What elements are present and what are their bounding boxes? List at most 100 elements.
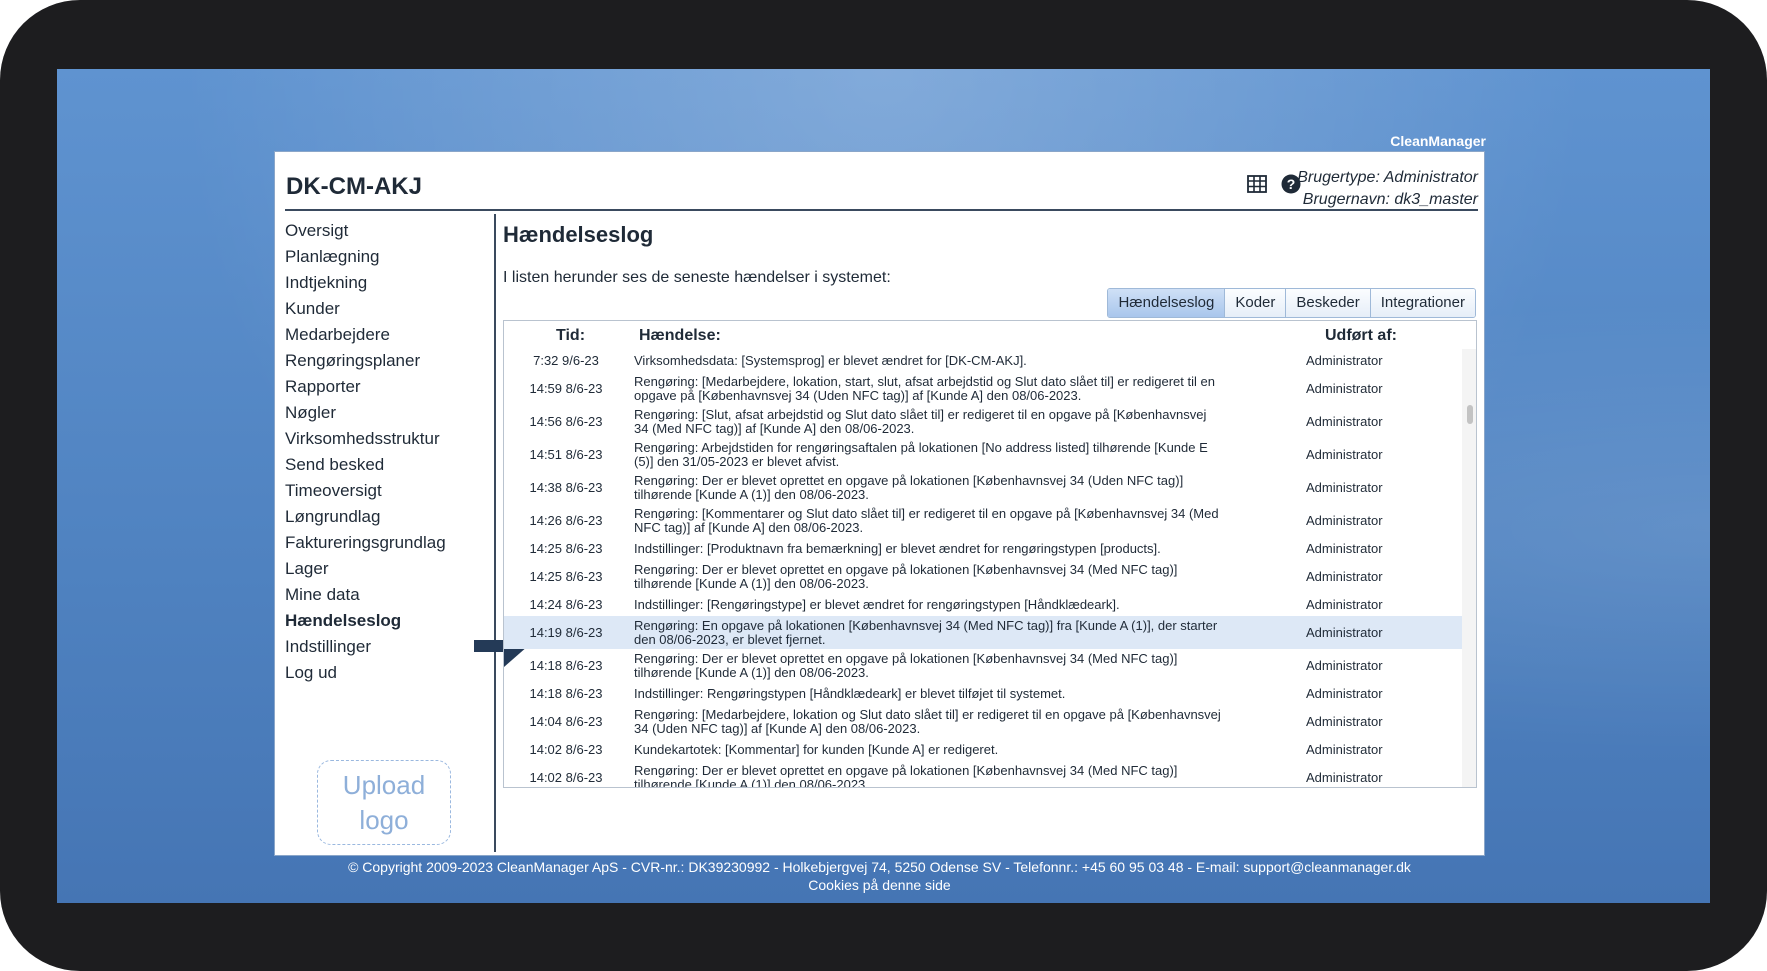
cell-by: Administrator bbox=[1306, 597, 1383, 612]
scrollbar-thumb[interactable] bbox=[1467, 405, 1473, 424]
tab-item[interactable]: Koder bbox=[1224, 289, 1286, 317]
sidebar-item[interactable]: Rengøringsplaner bbox=[285, 348, 485, 374]
sidebar-item[interactable]: Indstillinger bbox=[285, 634, 485, 660]
sidebar-item[interactable]: Lager bbox=[285, 556, 485, 582]
sidebar-item[interactable]: Virksomhedsstruktur bbox=[285, 426, 485, 452]
upload-logo-button[interactable]: Upload logo bbox=[317, 760, 451, 845]
cell-event: Virksomhedsdata: [Systemsprog] er blevet… bbox=[634, 352, 1027, 368]
sidebar-item[interactable]: Mine data bbox=[285, 582, 485, 608]
table-row[interactable]: 14:02 8/6-23 Kundekartotek: [Kommentar] f… bbox=[504, 738, 1462, 761]
table-body: 7:32 9/6-23 Virksomhedsdata: [Systemsprog… bbox=[504, 349, 1462, 788]
column-header-event: Hændelse: bbox=[639, 327, 721, 344]
sidebar-item[interactable]: Send besked bbox=[285, 452, 485, 478]
table-row[interactable]: 14:25 8/6-23 Indstillinger: [Produktnavn … bbox=[504, 537, 1462, 560]
cell-time: 14:24 8/6-23 bbox=[529, 597, 603, 612]
column-header-time: Tid: bbox=[556, 327, 586, 344]
cell-by: Administrator bbox=[1306, 480, 1383, 495]
intro-text: I listen herunder ses de seneste hændels… bbox=[503, 269, 891, 286]
cell-by: Administrator bbox=[1306, 414, 1383, 429]
event-log-table: Tid: Hændelse: Udført af: 7:32 9/6-23 Vir… bbox=[503, 320, 1477, 788]
cell-event: Indstillinger: Rengøringstypen [Håndklæd… bbox=[634, 685, 1066, 701]
cell-event: Rengøring: [Medarbejdere, lokation og Sl… bbox=[634, 706, 1221, 736]
cell-event: Indstillinger: [Rengøringstype] er bleve… bbox=[634, 596, 1120, 612]
sidebar-item[interactable]: Kunder bbox=[285, 296, 485, 322]
cell-time: 14:18 8/6-23 bbox=[529, 658, 603, 673]
cell-by: Administrator bbox=[1306, 658, 1383, 673]
cell-time: 14:38 8/6-23 bbox=[529, 480, 603, 495]
cell-event: Indstillinger: [Produktnavn fra bemærkni… bbox=[634, 540, 1161, 556]
cell-event: Rengøring: Der er blevet oprettet en opg… bbox=[634, 762, 1178, 788]
tab-item[interactable]: Beskeder bbox=[1285, 289, 1370, 317]
user-info: Brugertype: Administrator Brugernavn: dk… bbox=[1297, 167, 1478, 211]
sidebar-item[interactable]: Oversigt bbox=[285, 218, 485, 244]
user-type: Brugertype: Administrator bbox=[1297, 169, 1478, 186]
tab-item[interactable]: Hændelseslog bbox=[1108, 289, 1225, 317]
sidebar-item[interactable]: Nøgler bbox=[285, 400, 485, 426]
sidebar-item[interactable]: Løngrundlag bbox=[285, 504, 485, 530]
cell-event: Kundekartotek: [Kommentar] for kunden [K… bbox=[634, 741, 999, 757]
table-row[interactable]: 14:38 8/6-23 Rengøring: Der er blevet opr… bbox=[504, 471, 1462, 504]
table-row[interactable]: 14:02 8/6-23 Rengøring: Der er blevet opr… bbox=[504, 761, 1462, 788]
sidebar-item[interactable]: Rapporter bbox=[285, 374, 485, 400]
tab-bar: Hændelseslog Koder Beskeder Integrationer bbox=[1107, 288, 1476, 318]
cell-event: Rengøring: Der er blevet oprettet en opg… bbox=[634, 472, 1184, 502]
cell-by: Administrator bbox=[1306, 625, 1383, 640]
app-window: DK-CM-AKJ ? Brugertype: Administrator Br… bbox=[274, 151, 1485, 856]
cell-event: Rengøring: Der er blevet oprettet en opg… bbox=[634, 561, 1178, 591]
tab-item[interactable]: Integrationer bbox=[1369, 289, 1475, 317]
cell-by: Administrator bbox=[1306, 541, 1383, 556]
footer: © Copyright 2009-2023 CleanManager ApS -… bbox=[274, 858, 1485, 894]
cell-by: Administrator bbox=[1306, 353, 1383, 368]
cell-by: Administrator bbox=[1306, 770, 1383, 785]
company-title: DK-CM-AKJ bbox=[286, 173, 422, 200]
table-row[interactable]: 7:32 9/6-23 Virksomhedsdata: [Systemsprog… bbox=[504, 349, 1462, 372]
sidebar-item[interactable]: Faktureringsgrundlag bbox=[285, 530, 485, 556]
table-row[interactable]: 14:18 8/6-23 Indstillinger: Rengøringstyp… bbox=[504, 682, 1462, 705]
cell-time: 14:26 8/6-23 bbox=[529, 513, 603, 528]
table-row[interactable]: 14:56 8/6-23 Rengøring: [Slut, afsat arbe… bbox=[504, 405, 1462, 438]
device-frame: CleanManager DK-CM-AKJ ? Brugertype: Adm… bbox=[0, 0, 1767, 971]
table-row[interactable]: 14:19 8/6-23 Rengøring: En opgave på loka… bbox=[504, 616, 1462, 649]
cell-event: Rengøring: En opgave på lokationen [Købe… bbox=[634, 617, 1218, 647]
cell-time: 14:19 8/6-23 bbox=[529, 625, 603, 640]
brand-label: CleanManager bbox=[1390, 133, 1486, 149]
cell-time: 14:02 8/6-23 bbox=[529, 742, 603, 757]
table-row[interactable]: 14:51 8/6-23 Rengøring: Arbejdstiden for … bbox=[504, 438, 1462, 471]
cell-event: Rengøring: Arbejdstiden for rengøringsaf… bbox=[634, 439, 1208, 469]
cell-by: Administrator bbox=[1306, 569, 1383, 584]
table-grid-icon[interactable] bbox=[1245, 172, 1269, 196]
table-row[interactable]: 14:04 8/6-23 Rengøring: [Medarbejdere, lo… bbox=[504, 705, 1462, 738]
cell-event: Rengøring: Der er blevet oprettet en opg… bbox=[634, 650, 1178, 680]
svg-text:?: ? bbox=[1287, 176, 1296, 192]
cell-time: 14:25 8/6-23 bbox=[529, 569, 603, 584]
table-row[interactable]: 14:26 8/6-23 Rengøring: [Kommentarer og S… bbox=[504, 504, 1462, 537]
cell-by: Administrator bbox=[1306, 513, 1383, 528]
sidebar-item[interactable]: Planlægning bbox=[285, 244, 485, 270]
table-row[interactable]: 14:24 8/6-23 Indstillinger: [Rengøringsty… bbox=[504, 593, 1462, 616]
cell-by: Administrator bbox=[1306, 447, 1383, 462]
upload-logo-line2: logo bbox=[359, 805, 409, 835]
sidebar-item[interactable]: Log ud bbox=[285, 660, 485, 686]
table-row[interactable]: 14:18 8/6-23 Rengøring: Der er blevet opr… bbox=[504, 649, 1462, 682]
cell-time: 14:56 8/6-23 bbox=[529, 414, 603, 429]
table-row[interactable]: 14:59 8/6-23 Rengøring: [Medarbejdere, lo… bbox=[504, 372, 1462, 405]
cell-time: 14:02 8/6-23 bbox=[529, 770, 603, 785]
cookies-link[interactable]: Cookies på denne side bbox=[274, 876, 1485, 894]
window-header: DK-CM-AKJ ? Brugertype: Administrator Br… bbox=[285, 152, 1478, 211]
cell-time: 14:59 8/6-23 bbox=[529, 381, 603, 396]
cell-event: Rengøring: [Slut, afsat arbejdstid og Sl… bbox=[634, 406, 1207, 436]
sidebar-item[interactable]: Medarbejdere bbox=[285, 322, 485, 348]
cell-time: 14:51 8/6-23 bbox=[529, 447, 603, 462]
cell-event: Rengøring: [Kommentarer og Slut dato slå… bbox=[634, 505, 1219, 535]
table-row[interactable]: 14:25 8/6-23 Rengøring: Der er blevet opr… bbox=[504, 560, 1462, 593]
cell-by: Administrator bbox=[1306, 714, 1383, 729]
cell-by: Administrator bbox=[1306, 686, 1383, 701]
cell-by: Administrator bbox=[1306, 742, 1383, 757]
main-content: Hændelseslog I listen herunder ses de se… bbox=[503, 218, 1479, 854]
user-name: Brugernavn: dk3_master bbox=[1302, 191, 1478, 208]
sidebar-item[interactable]: Indtjekning bbox=[285, 270, 485, 296]
table-scrollbar[interactable] bbox=[1462, 349, 1476, 787]
sidebar-item[interactable]: Timeoversigt bbox=[285, 478, 485, 504]
sidebar-item[interactable]: Hændelseslog bbox=[285, 608, 485, 634]
table-header: Tid: Hændelse: Udført af: bbox=[504, 321, 1476, 349]
